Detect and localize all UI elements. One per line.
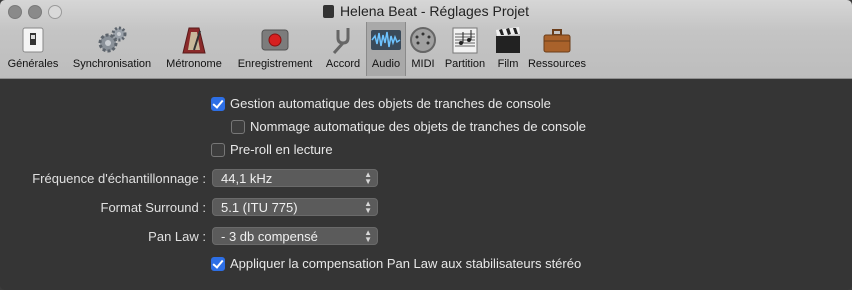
- auto-naming-label: Nommage automatique des objets de tranch…: [250, 119, 587, 134]
- surround-format-popup[interactable]: 5.1 (ITU 775) ▲ ▼: [212, 198, 378, 216]
- auto-naming-checkbox[interactable]: [231, 120, 245, 134]
- updown-arrows-icon: ▲ ▼: [364, 199, 372, 215]
- tab-metronome[interactable]: Métronome: [162, 24, 226, 74]
- project-settings-window: Helena Beat - Réglages Projet Générales …: [0, 0, 852, 290]
- preroll-label: Pre-roll en lecture: [230, 142, 333, 157]
- tab-generales[interactable]: Générales: [4, 24, 62, 74]
- document-icon: [322, 5, 334, 18]
- switch-icon: [22, 27, 44, 53]
- audio-settings-pane: Gestion automatique des objets de tranch…: [0, 79, 852, 290]
- midi-connector-icon: [410, 27, 436, 53]
- sample-rate-popup[interactable]: 44,1 kHz ▲ ▼: [212, 169, 378, 187]
- tab-partition[interactable]: Partition: [440, 24, 490, 74]
- title-bar: Helena Beat - Réglages Projet Générales …: [0, 0, 852, 79]
- gears-icon: [98, 26, 127, 53]
- tab-midi[interactable]: MIDI: [406, 24, 440, 74]
- pan-law-popup[interactable]: - 3 db compensé ▲ ▼: [212, 227, 378, 245]
- audio-waveform-icon: [371, 30, 401, 50]
- preroll-checkbox[interactable]: [211, 143, 225, 157]
- tab-accord[interactable]: Accord: [322, 24, 364, 74]
- metronome-icon: [182, 27, 206, 54]
- tab-audio[interactable]: Audio: [366, 22, 406, 76]
- tuning-fork-icon: [332, 28, 350, 54]
- auto-channel-strip-checkbox[interactable]: [211, 97, 225, 111]
- tab-enregistrement[interactable]: Enregistrement: [230, 24, 320, 74]
- updown-arrows-icon: ▲ ▼: [364, 228, 372, 244]
- pan-law-label: Pan Law :: [148, 229, 206, 244]
- updown-arrows-icon: ▲ ▼: [364, 170, 372, 186]
- record-icon: [261, 29, 289, 51]
- window-title: Helena Beat - Réglages Projet: [0, 3, 852, 19]
- auto-channel-strip-label: Gestion automatique des objets de tranch…: [230, 96, 551, 111]
- briefcase-icon: [543, 29, 571, 53]
- clapperboard-icon: [496, 27, 520, 53]
- tab-ressources[interactable]: Ressources: [524, 24, 590, 74]
- surround-format-label: Format Surround :: [100, 200, 207, 215]
- pan-law-stereo-checkbox[interactable]: [211, 257, 225, 271]
- pan-law-stereo-label: Appliquer la compensation Pan Law aux st…: [230, 256, 582, 271]
- score-icon: [452, 27, 478, 54]
- tab-film[interactable]: Film: [492, 24, 524, 74]
- sample-rate-label: Fréquence d'échantillonnage :: [32, 171, 206, 186]
- tab-synchronisation[interactable]: Synchronisation: [66, 24, 158, 74]
